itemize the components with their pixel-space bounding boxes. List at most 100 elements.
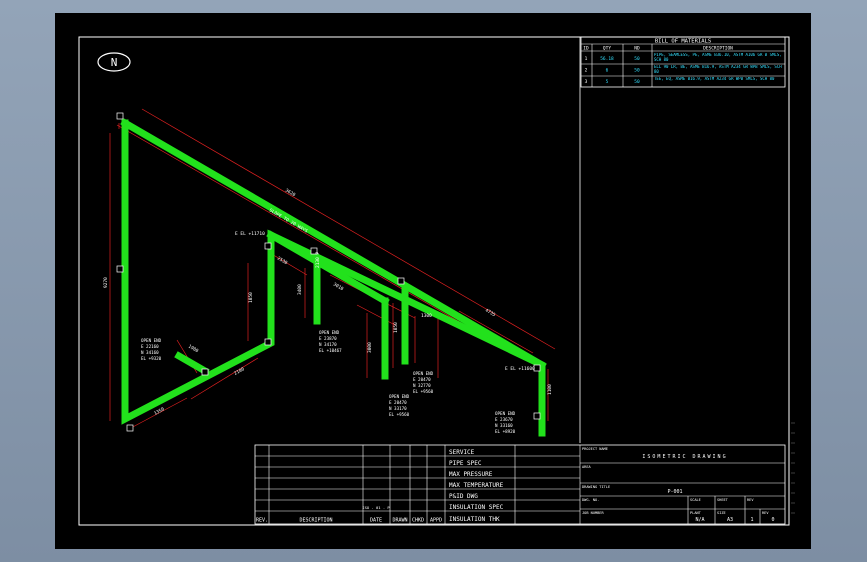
elevation-1: E EL +11710 bbox=[235, 231, 265, 237]
open-end-2: OPEN END E 23870 N 34170 EL +10467 bbox=[319, 330, 342, 353]
dim-seg-h: 3000 bbox=[367, 342, 373, 353]
pipe-route[interactable] bbox=[120, 118, 547, 437]
svg-text:EL +10467: EL +10467 bbox=[319, 348, 342, 353]
bom-row-3-id: 3 bbox=[585, 79, 588, 85]
north-label: N bbox=[111, 56, 118, 69]
bom-row-2-id: 2 bbox=[585, 68, 588, 74]
right-title-values: ISOMETRIC DRAWING P-001 N/A A3 1 0 bbox=[642, 454, 774, 523]
dim-seg-g: 3010 bbox=[332, 282, 345, 293]
dim-top-2: 4735 bbox=[484, 308, 497, 319]
revision-grid bbox=[255, 445, 446, 524]
rev-value: 0 bbox=[771, 517, 774, 523]
svg-text:N 34160: N 34160 bbox=[141, 350, 159, 355]
svg-text:EL +9560: EL +9560 bbox=[413, 389, 434, 394]
field-pid-dwg: P&ID DWG bbox=[449, 493, 478, 500]
drawing-viewport[interactable]: N BILL OF MATERIALS ID QTY ND DESCRIPTIO… bbox=[55, 13, 811, 549]
project-name-value: ISOMETRIC DRAWING bbox=[642, 454, 727, 460]
svg-text:OPEN END: OPEN END bbox=[389, 394, 410, 399]
svg-text:E 20470: E 20470 bbox=[413, 377, 431, 382]
bom-row-2-qty: 6 bbox=[606, 68, 609, 74]
field-max-pressure: MAX PRESSURE bbox=[449, 471, 493, 478]
dwg-no-label: DWG. NO. bbox=[582, 498, 599, 502]
dim-seg-i: 1300 bbox=[421, 313, 432, 319]
elevation-2: E EL +11600 bbox=[505, 366, 535, 372]
size-value: A3 bbox=[727, 517, 733, 523]
north-arrow-icon: N bbox=[97, 52, 131, 72]
svg-text:E 22160: E 22160 bbox=[141, 344, 159, 349]
field-labels: SERVICE PIPE SPEC MAX PRESSURE MAX TEMPE… bbox=[449, 449, 504, 523]
svg-text:N 32770: N 32770 bbox=[413, 383, 431, 388]
cad-drawing: N BILL OF MATERIALS ID QTY ND DESCRIPTIO… bbox=[78, 36, 795, 526]
svg-text:CHKD: CHKD bbox=[412, 518, 424, 524]
svg-text:EL +9560: EL +9560 bbox=[389, 412, 410, 417]
svg-text:EL +8920: EL +8920 bbox=[495, 429, 516, 434]
dim-seg-e: 2530 bbox=[276, 256, 289, 267]
svg-text:E 23870: E 23870 bbox=[319, 336, 337, 341]
svg-text:OPEN END: OPEN END bbox=[319, 330, 340, 335]
bom-row-2-nd: 50 bbox=[634, 68, 640, 74]
dim-seg-f: 3400 bbox=[297, 284, 303, 295]
svg-text:DATE: DATE bbox=[370, 518, 382, 524]
bom-row-1-qty: 56.18 bbox=[600, 56, 614, 62]
open-end-5: OPEN END E 23670 N 33160 EL +8920 bbox=[495, 411, 516, 434]
bom-row-1-nd: 50 bbox=[634, 56, 640, 62]
drawing-title-value: P-001 bbox=[667, 489, 682, 495]
revision-headers: REV. DESCRIPTION DATE DRAWN CHKD APPD bbox=[256, 518, 442, 524]
pipe-top-run[interactable] bbox=[120, 118, 547, 370]
open-end-1: OPEN END E 22160 N 34160 EL +9320 bbox=[141, 338, 162, 361]
dim-left-vertical: 9270 bbox=[103, 277, 109, 288]
project-name-label: PROJECT NAME bbox=[582, 447, 608, 451]
scale-label: SCALE bbox=[690, 498, 701, 502]
bom-header-id: ID bbox=[583, 46, 589, 52]
field-service: SERVICE bbox=[449, 449, 475, 456]
bom-title: BILL OF MATERIALS bbox=[655, 39, 711, 45]
svg-text:E 20470: E 20470 bbox=[389, 400, 407, 405]
plant-label: PLANT bbox=[690, 511, 702, 515]
svg-text:DRAWN: DRAWN bbox=[392, 518, 407, 524]
plant-value: N/A bbox=[695, 517, 704, 523]
svg-text:OPEN END: OPEN END bbox=[141, 338, 162, 343]
pipe-main-run[interactable] bbox=[121, 119, 546, 437]
svg-text:E 23670: E 23670 bbox=[495, 417, 513, 422]
dim-label-p: 2130 P bbox=[315, 251, 321, 268]
dim-seg-c: 1900 bbox=[187, 344, 200, 355]
area-label: AREA bbox=[582, 465, 591, 469]
bom-row-1-description: PIPE, SEAMLESS, PE, ASME B36.10, ASTM A1… bbox=[654, 53, 782, 62]
svg-text:N 33170: N 33170 bbox=[389, 406, 407, 411]
drawing-title-label: DRAWING TITLE bbox=[582, 485, 610, 489]
pipe-stub[interactable] bbox=[174, 351, 210, 376]
bom-header-description: DESCRIPTION bbox=[703, 46, 733, 52]
job-number-label: JOB NUMBER bbox=[582, 511, 604, 515]
svg-text:N 33160: N 33160 bbox=[495, 423, 513, 428]
svg-text:OPEN END: OPEN END bbox=[495, 411, 516, 416]
svg-text:OPEN END: OPEN END bbox=[413, 371, 434, 376]
rev-label: REV bbox=[747, 498, 754, 502]
bom-row-1-id: 1 bbox=[585, 56, 588, 62]
sheet-border bbox=[78, 36, 790, 526]
margin-ticks bbox=[791, 422, 795, 514]
dim-top-1: 3620 bbox=[284, 188, 297, 199]
bom-row-3-nd: 50 bbox=[634, 79, 640, 85]
svg-text:N 34170: N 34170 bbox=[319, 342, 337, 347]
bom-header-nd: ND bbox=[634, 46, 640, 52]
rev-value-label: REV bbox=[762, 511, 769, 515]
open-end-4: OPEN END E 20470 N 32770 EL +9560 bbox=[413, 371, 434, 394]
dim-seg-b: 2100 bbox=[233, 366, 246, 377]
dim-seg-a: 1350 bbox=[153, 406, 166, 417]
dim-seg-j: 1100 bbox=[547, 384, 553, 395]
svg-text:DESCRIPTION: DESCRIPTION bbox=[299, 518, 332, 524]
svg-text:APPD: APPD bbox=[430, 518, 442, 524]
field-pipe-spec: PIPE SPEC bbox=[449, 460, 482, 467]
bom-row-3-qty: 5 bbox=[606, 79, 609, 85]
title-block: REV. DESCRIPTION DATE DRAWN CHKD APPD IS… bbox=[254, 444, 786, 525]
svg-text:REV.: REV. bbox=[256, 518, 268, 524]
field-insulation-thk: INSULATION THK bbox=[449, 516, 500, 523]
field-insulation-spec: INSULATION SPEC bbox=[449, 504, 504, 511]
drawing-mark: ISO - 01 - P bbox=[362, 505, 390, 510]
slope-note: SLOPE TO 20 WAYS bbox=[268, 208, 309, 235]
open-end-3: OPEN END E 20470 N 33170 EL +9560 bbox=[389, 394, 410, 417]
field-max-temperature: MAX TEMPERATURE bbox=[449, 482, 504, 489]
bom-header-qty: QTY bbox=[603, 46, 611, 52]
dim-seg-d: 1050 bbox=[248, 292, 254, 303]
svg-text:EL +9320: EL +9320 bbox=[141, 356, 162, 361]
